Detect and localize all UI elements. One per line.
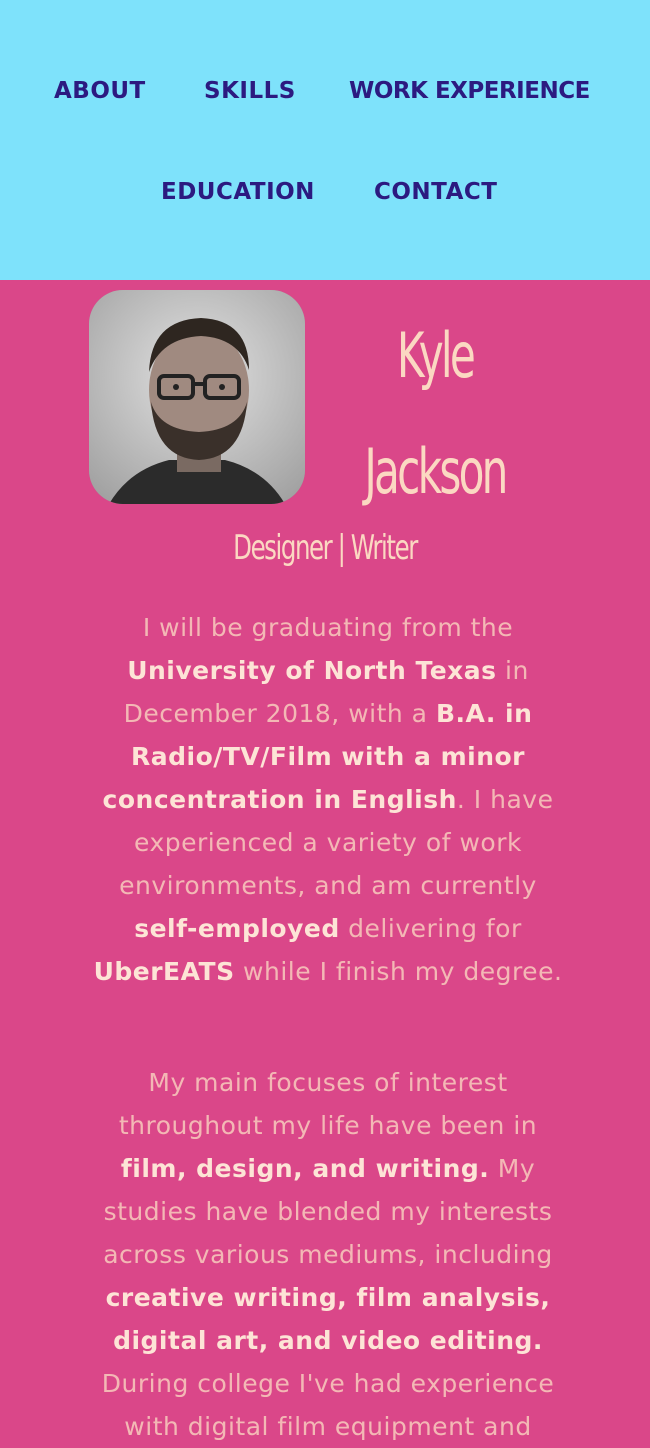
bio-text: During college I've had experience with … [101,1369,555,1441]
bio-text: delivering for [339,914,522,943]
bio-highlight: self-employed [134,914,340,943]
bio-text: My main focuses of interest throughout m… [118,1068,538,1140]
bio-highlight: University of North Texas [127,656,497,685]
nav-work-experience-link[interactable]: WORK EXPERIENCE [349,78,590,104]
bio-text: I will be graduating from the [142,613,514,642]
about-section: Kyle Jackson Designer | Writer I will be… [0,280,650,1441]
top-nav: ABOUT SKILLS WORK EXPERIENCE EDUCATION C… [0,0,650,280]
first-name: Kyle [396,319,476,392]
nav-contact-link[interactable]: CONTACT [374,179,497,205]
profile-name: Kyle Jackson [364,298,508,530]
last-name: Jackson [364,435,508,508]
bio-highlight: film, design, and writing. [120,1154,490,1183]
profile-subtitle: Designer | Writer [233,528,418,568]
bio-text: while I finish my degree. [234,957,563,986]
portrait-photo-icon [89,290,305,504]
bio-paragraph-1: I will be graduating from the University… [88,606,568,993]
bio-paragraph-2: My main focuses of interest throughout m… [88,1061,568,1448]
avatar [89,290,305,504]
bio-highlight: creative writing, film analysis, digital… [105,1283,551,1355]
nav-education-link[interactable]: EDUCATION [161,179,315,205]
nav-skills-link[interactable]: SKILLS [204,78,296,104]
nav-about-link[interactable]: ABOUT [54,78,146,104]
bio-highlight: UberEATS [93,957,235,986]
